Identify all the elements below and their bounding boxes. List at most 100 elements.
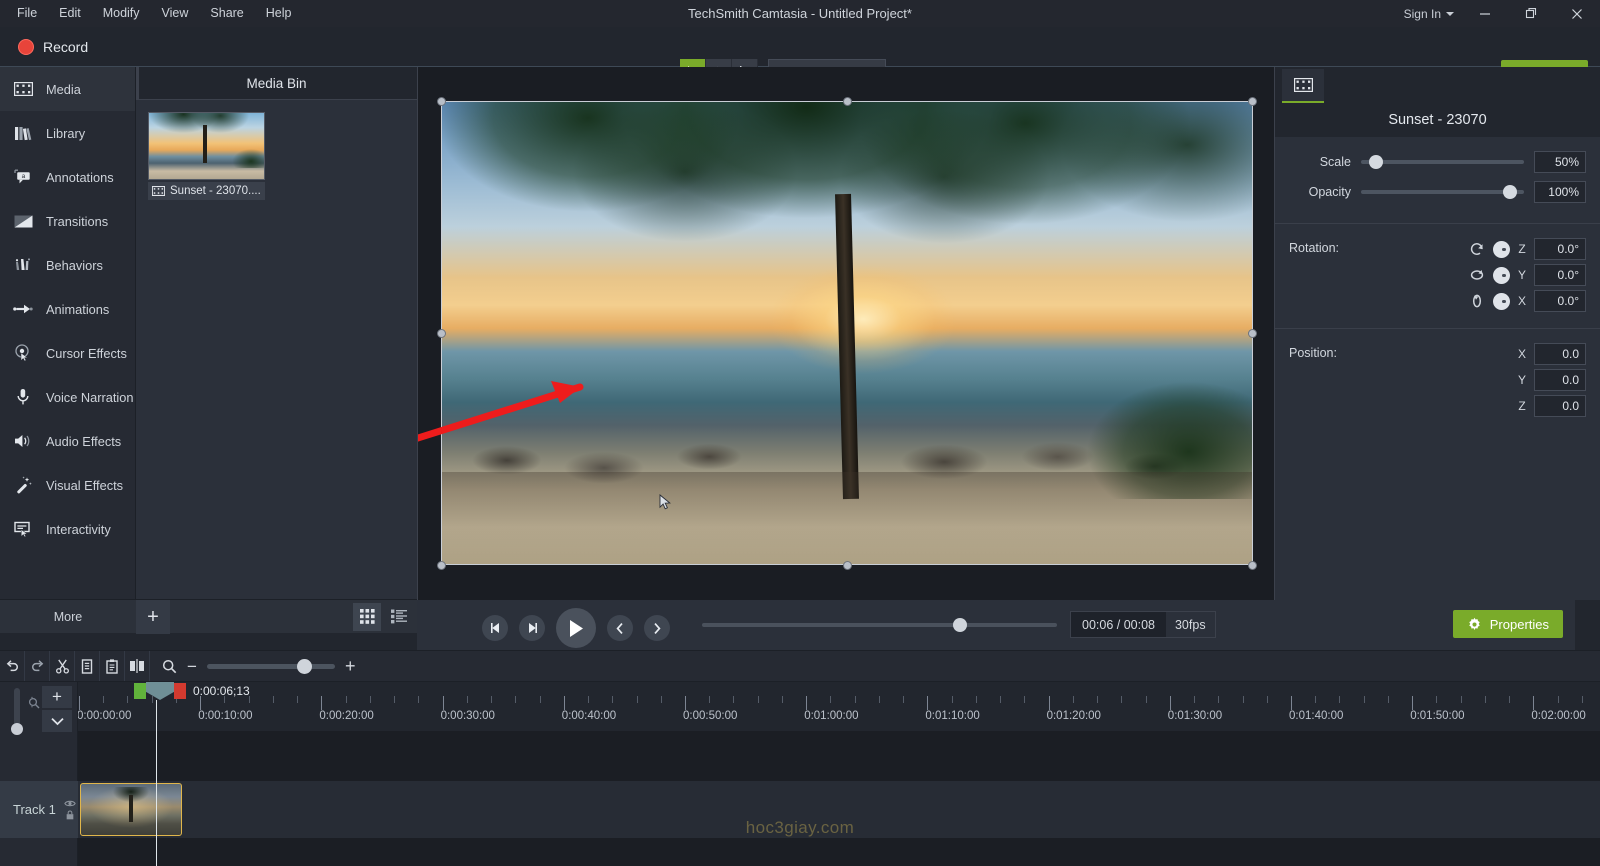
track-1-lane[interactable] [78, 781, 1600, 838]
timeline-ruler[interactable]: 0:00:00:000:00:10:000:00:20:000:00:30:00… [78, 682, 1600, 731]
ruler-tick-minor [612, 696, 613, 703]
sidebar-item-audio-effects[interactable]: Audio Effects [0, 419, 135, 463]
rotation-x-input[interactable]: 0.0° [1534, 290, 1586, 312]
sidebar-item-annotations[interactable]: a Annotations [0, 155, 135, 199]
menu-share[interactable]: Share [199, 2, 254, 25]
copy-icon [80, 659, 94, 674]
grid-view-button[interactable] [353, 603, 381, 631]
sidebar-item-interactivity[interactable]: Interactivity [0, 507, 135, 551]
undo-button[interactable] [0, 651, 25, 681]
add-media-button[interactable]: + [136, 600, 170, 634]
properties-position-section: Position: X 0.0 Y 0.0 Z 0.0 [1275, 329, 1600, 433]
timeline-tracks[interactable] [78, 731, 1600, 866]
copy-button[interactable] [75, 651, 100, 681]
timeline-zoom-out-button[interactable]: − [187, 658, 197, 675]
ruler-tick-minor [127, 696, 128, 703]
selection-handle-sw[interactable] [437, 561, 446, 570]
sidebar-item-cursor-effects[interactable]: Cursor Effects [0, 331, 135, 375]
next-marker-button[interactable] [644, 615, 670, 641]
selection-handle-nw[interactable] [437, 97, 446, 106]
selection-handle-w[interactable] [437, 329, 446, 338]
previous-marker-button[interactable] [607, 615, 633, 641]
record-button[interactable]: Record [8, 33, 98, 61]
sidebar-item-voice-narration[interactable]: Voice Narration [0, 375, 135, 419]
sidebar-label-voice-narration: Voice Narration [46, 390, 134, 405]
scale-value-input[interactable]: 50% [1534, 151, 1586, 173]
playback-scrubber[interactable] [702, 623, 1057, 627]
menu-view[interactable]: View [151, 2, 200, 25]
opacity-label: Opacity [1289, 185, 1361, 199]
sidebar-more-button[interactable]: More [0, 599, 136, 633]
previous-frame-button[interactable] [482, 615, 508, 641]
sign-in-button[interactable]: Sign In [1396, 7, 1462, 21]
menu-edit[interactable]: Edit [48, 2, 92, 25]
sidebar-item-animations[interactable]: Animations [0, 287, 135, 331]
ruler-tick-minor [273, 696, 274, 703]
menu-help[interactable]: Help [255, 2, 303, 25]
track-options-button[interactable] [42, 710, 72, 732]
eye-icon[interactable] [64, 799, 76, 808]
next-frame-button[interactable] [519, 615, 545, 641]
track-height-slider-knob[interactable] [11, 723, 23, 735]
ruler-label: 0:01:40:00 [1289, 710, 1343, 722]
track-1-header[interactable]: Track 1 [0, 781, 78, 838]
selection-handle-e[interactable] [1248, 329, 1257, 338]
play-button[interactable] [556, 608, 596, 648]
rotation-x-dial[interactable] [1493, 293, 1510, 310]
menu-file[interactable]: File [6, 2, 48, 25]
selection-handle-n[interactable] [843, 97, 852, 106]
ruler-tick-minor [1146, 696, 1147, 703]
rotation-z-input[interactable]: 0.0° [1534, 238, 1586, 260]
rotation-y-input[interactable]: 0.0° [1534, 264, 1586, 286]
selection-handle-s[interactable] [843, 561, 852, 570]
menu-modify[interactable]: Modify [92, 2, 151, 25]
scale-slider[interactable] [1361, 160, 1524, 164]
opacity-value-input[interactable]: 100% [1534, 181, 1586, 203]
timeline-clip[interactable] [80, 783, 182, 836]
timeline-zoom-slider[interactable] [207, 664, 335, 669]
position-y-input[interactable]: 0.0 [1534, 369, 1586, 391]
tab-media-properties[interactable] [1282, 69, 1324, 103]
books-icon [13, 123, 33, 143]
position-z-input[interactable]: 0.0 [1534, 395, 1586, 417]
rotation-y-dial[interactable] [1493, 267, 1510, 284]
selection-handle-ne[interactable] [1248, 97, 1257, 106]
sidebar-item-behaviors[interactable]: Behaviors [0, 243, 135, 287]
sidebar-item-transitions[interactable]: Transitions [0, 199, 135, 243]
minimize-button[interactable] [1462, 0, 1508, 27]
lock-icon[interactable] [64, 810, 76, 820]
window-controls: Sign In [1396, 0, 1600, 27]
timeline-zoom-slider-knob[interactable] [297, 659, 312, 674]
list-view-button[interactable] [385, 603, 413, 631]
magnifier-icon [162, 659, 177, 674]
media-item-name: Sunset - 23070.... [170, 185, 261, 197]
sidebar-item-visual-effects[interactable]: Visual Effects [0, 463, 135, 507]
selection-start-marker[interactable] [134, 683, 146, 699]
add-track-button[interactable]: + [42, 686, 72, 708]
selection-handle-se[interactable] [1248, 561, 1257, 570]
close-button[interactable] [1554, 0, 1600, 27]
properties-button[interactable]: Properties [1453, 610, 1563, 638]
canvas-stage[interactable] [442, 102, 1252, 564]
cut-button[interactable] [50, 651, 75, 681]
sidebar-item-media[interactable]: Media [0, 67, 135, 111]
media-bin-item[interactable]: Sunset - 23070.... [148, 112, 265, 200]
sidebar-item-library[interactable]: Library [0, 111, 135, 155]
selection-end-marker[interactable] [174, 683, 186, 699]
maximize-button[interactable] [1508, 0, 1554, 27]
position-y-axis: Y [1517, 373, 1527, 387]
timeline-zoom-in-button[interactable]: + [345, 657, 356, 675]
opacity-slider[interactable] [1361, 190, 1524, 194]
preview-canvas[interactable] [417, 67, 1275, 600]
fps-value[interactable]: 30fps [1166, 612, 1215, 637]
split-button[interactable] [125, 651, 150, 681]
rotation-z-dial[interactable] [1493, 241, 1510, 258]
scale-slider-knob[interactable] [1369, 155, 1383, 169]
redo-button[interactable] [25, 651, 50, 681]
playback-scrubber-knob[interactable] [953, 618, 967, 632]
playhead-flag[interactable]: 0:00:06;13 [134, 682, 250, 700]
position-x-input[interactable]: 0.0 [1534, 343, 1586, 365]
opacity-slider-knob[interactable] [1503, 185, 1517, 199]
paste-button[interactable] [100, 651, 125, 681]
playhead-handle[interactable] [146, 682, 174, 700]
